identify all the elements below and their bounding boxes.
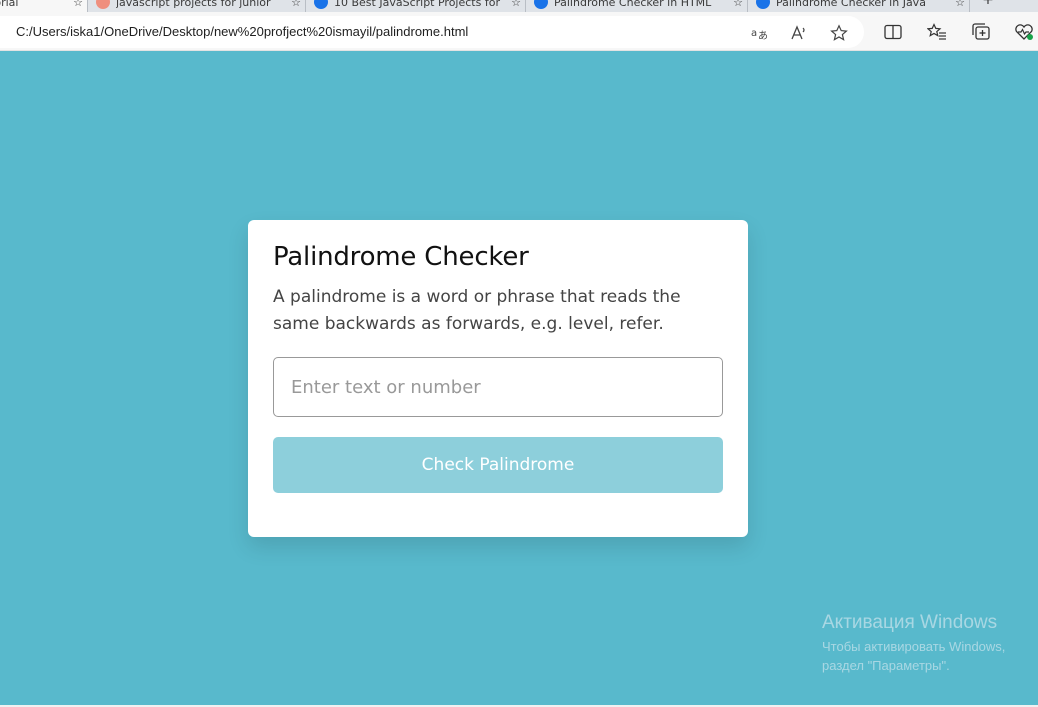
- red-globe-icon: [96, 0, 110, 9]
- page-viewport: Palindrome Checker A palindrome is a wor…: [0, 51, 1038, 705]
- tab-label: Palindrome Checker in HTML: [554, 0, 712, 9]
- svg-text:あ: あ: [758, 30, 768, 42]
- watermark-title: Активация Windows: [822, 612, 998, 633]
- favorite-star-icon[interactable]: ☆: [951, 0, 969, 9]
- new-tab-icon[interactable]: +: [978, 0, 998, 12]
- tab-label: 10 Best JavaScript Projects for: [334, 0, 500, 9]
- edge-icon: [756, 0, 770, 9]
- svg-text:a: a: [751, 28, 757, 39]
- favorites-icon[interactable]: [927, 22, 947, 42]
- address-url[interactable]: C:/Users/iska1/OneDrive/Desktop/new%20pr…: [16, 24, 468, 39]
- tab-5[interactable]: Palindrome Checker in Java ☆: [748, 0, 970, 12]
- description-text: A palindrome is a word or phrase that re…: [273, 287, 681, 334]
- tab-4[interactable]: Palindrome Checker in HTML ☆: [526, 0, 748, 12]
- windows-activation-watermark: Активация Windows Чтобы активировать Win…: [822, 612, 1005, 675]
- address-bar[interactable]: C:/Users/iska1/OneDrive/Desktop/new%20pr…: [0, 16, 864, 48]
- edge-icon: [534, 0, 548, 9]
- tab-strip: Tutorial ☆ javascript projects for junio…: [0, 0, 1038, 12]
- page-title: Palindrome Checker: [273, 242, 529, 272]
- favorite-star-icon[interactable]: ☆: [507, 0, 525, 9]
- translate-icon[interactable]: aあ: [750, 24, 768, 42]
- edge-icon: [314, 0, 328, 9]
- text-input[interactable]: [273, 357, 723, 417]
- tab-2[interactable]: javascript projects for junior ☆: [88, 0, 306, 12]
- tab-label: javascript projects for junior: [116, 0, 271, 9]
- favorite-star-icon[interactable]: [830, 24, 848, 42]
- favorite-star-icon[interactable]: ☆: [69, 0, 87, 9]
- tab-label: Palindrome Checker in Java: [776, 0, 926, 9]
- split-screen-icon[interactable]: [883, 22, 903, 42]
- browser-toolbar: C:/Users/iska1/OneDrive/Desktop/new%20pr…: [0, 12, 1038, 51]
- collections-icon[interactable]: [971, 22, 991, 42]
- tab-label: Tutorial: [0, 0, 19, 9]
- watermark-line: раздел "Параметры".: [822, 658, 950, 673]
- check-palindrome-button[interactable]: Check Palindrome: [273, 437, 723, 493]
- tab-1[interactable]: Tutorial ☆: [0, 0, 88, 12]
- tab-3[interactable]: 10 Best JavaScript Projects for ☆: [306, 0, 526, 12]
- browser-essentials-icon[interactable]: [1014, 22, 1034, 42]
- favorite-star-icon[interactable]: ☆: [729, 0, 747, 9]
- read-aloud-icon[interactable]: [790, 24, 808, 42]
- watermark-line: Чтобы активировать Windows,: [822, 639, 1006, 654]
- favorite-star-icon[interactable]: ☆: [287, 0, 305, 9]
- palindrome-card: Palindrome Checker A palindrome is a wor…: [248, 220, 748, 537]
